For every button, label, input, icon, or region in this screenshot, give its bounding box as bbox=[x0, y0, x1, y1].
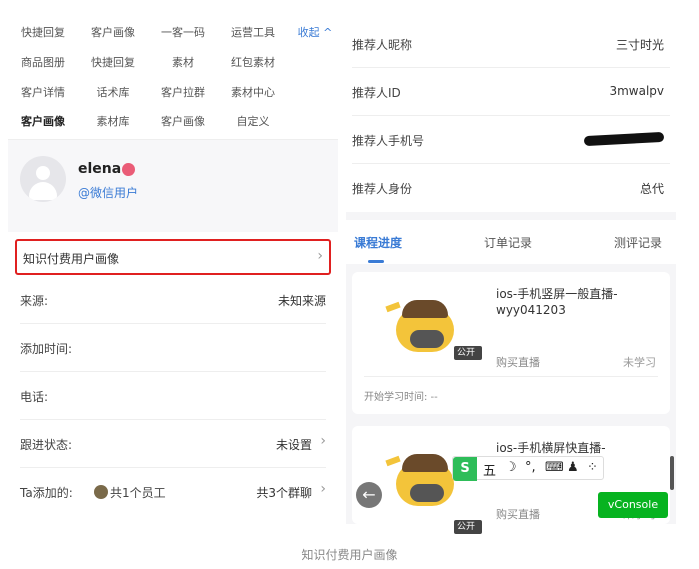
group-chat-count: 共3个群聊 bbox=[256, 486, 312, 500]
ime-wubi-icon[interactable]: 五 bbox=[483, 460, 496, 479]
profile-name: elena bbox=[78, 161, 122, 177]
row-source-value: 未知来源 bbox=[277, 294, 326, 308]
row-referrer-nickname: 推荐人昵称 三寸时光 bbox=[352, 20, 670, 68]
row-source-label: 来源: bbox=[20, 294, 49, 308]
employee-avatar-icon bbox=[94, 485, 108, 499]
profile-source: @微信用户 bbox=[78, 186, 139, 200]
profile-card: elena @微信用户 bbox=[8, 140, 338, 232]
tool-material[interactable]: 素材 bbox=[148, 54, 218, 70]
open-class-badge: 公开课 bbox=[454, 346, 482, 372]
referrer-id-value: 3mwalpv bbox=[609, 84, 664, 98]
status-dot-icon bbox=[122, 163, 135, 176]
tool-script-library[interactable]: 话术库 bbox=[78, 84, 148, 100]
row-add-time-label: 添加时间: bbox=[20, 342, 73, 356]
chevron-right-icon: › bbox=[320, 433, 326, 449]
open-class-badge: 公开课 bbox=[454, 520, 482, 546]
tool-product-album[interactable]: 商品图册 bbox=[8, 54, 78, 70]
collapse-button[interactable]: 收起 ^ bbox=[280, 24, 350, 40]
referrer-nickname-value: 三寸时光 bbox=[615, 38, 664, 52]
redacted-phone bbox=[583, 131, 665, 147]
course-title: ios-手机竖屏一般直播-wyy041203 bbox=[496, 287, 618, 317]
course-thumbnail: 公开课 bbox=[374, 292, 482, 372]
grid-icon[interactable]: ⁘ bbox=[587, 460, 598, 475]
course-status: 未学习 bbox=[623, 356, 656, 369]
referrer-role-value: 总代 bbox=[639, 182, 664, 196]
tool-red-packet-material[interactable]: 红包素材 bbox=[218, 54, 288, 70]
course-title: ios-手机横屏快直播- bbox=[496, 441, 606, 455]
figure-caption: 知识付费用户画像 bbox=[301, 548, 398, 562]
row-phone-label: 电话: bbox=[20, 390, 49, 404]
tool-customer-detail[interactable]: 客户详情 bbox=[8, 84, 78, 100]
row-follow-status-label: 跟进状态: bbox=[20, 438, 73, 452]
referrer-panel: 推荐人昵称 三寸时光 推荐人ID 3mwalpv 推荐人手机号 推荐人身份 总代… bbox=[346, 18, 676, 546]
course-purchase-type: 购买直播 bbox=[496, 356, 540, 369]
edge-handle[interactable] bbox=[670, 456, 674, 490]
tool-customer-portrait-active[interactable]: 客户画像 bbox=[8, 113, 78, 129]
ime-toolbar[interactable]: S 五 ☽ °, ⌨ ♟ ⁘ bbox=[452, 456, 604, 481]
vconsole-button[interactable]: vConsole bbox=[598, 492, 668, 518]
row-added-by-label: Ta添加的: bbox=[20, 486, 73, 500]
avatar bbox=[20, 156, 66, 202]
back-arrow-icon[interactable]: ← bbox=[356, 482, 382, 508]
chevron-right-icon: › bbox=[317, 248, 323, 264]
row-referrer-role: 推荐人身份 总代 bbox=[352, 164, 670, 212]
tab-evaluation-records[interactable]: 测评记录 bbox=[614, 234, 662, 251]
divider bbox=[364, 376, 658, 377]
course-start-time: 开始学习时间: -- bbox=[364, 392, 438, 403]
tool-operation-tools[interactable]: 运营工具 bbox=[218, 24, 288, 40]
row-source: 来源: 未知来源 bbox=[20, 276, 326, 324]
user-icon[interactable]: ♟ bbox=[567, 460, 579, 475]
row-follow-status-value: 未设置 bbox=[275, 438, 312, 452]
referrer-phone-label: 推荐人手机号 bbox=[352, 134, 425, 148]
tool-material-center[interactable]: 素材中心 bbox=[218, 84, 288, 100]
row-follow-status[interactable]: 跟进状态: 未设置 › bbox=[20, 420, 326, 468]
chevron-right-icon: › bbox=[320, 481, 326, 497]
keyboard-icon[interactable]: ⌨ bbox=[545, 460, 564, 475]
tool-grid: 快捷回复 客户画像 一客一码 运营工具 收起 ^ 商品图册 快捷回复 素材 红包… bbox=[8, 16, 338, 140]
tab-order-records[interactable]: 订单记录 bbox=[484, 234, 532, 251]
knowledge-paid-portrait-entry[interactable]: 知识付费用户画像 › bbox=[15, 239, 331, 275]
tool-material-library[interactable]: 素材库 bbox=[78, 113, 148, 129]
punctuation-icon[interactable]: °, bbox=[525, 460, 536, 475]
row-added-by[interactable]: Ta添加的: 共1个员工 共3个群聊 › bbox=[20, 468, 326, 516]
referrer-id-label: 推荐人ID bbox=[352, 86, 401, 100]
tool-customer-group[interactable]: 客户拉群 bbox=[148, 84, 218, 100]
customer-panel: 快捷回复 客户画像 一客一码 运营工具 收起 ^ 商品图册 快捷回复 素材 红包… bbox=[8, 16, 338, 516]
row-referrer-id: 推荐人ID 3mwalpv bbox=[352, 68, 670, 116]
moon-icon[interactable]: ☽ bbox=[505, 460, 517, 475]
employee-count: 共1个员工 bbox=[94, 484, 166, 501]
knowledge-paid-portrait-label: 知识付费用户画像 bbox=[23, 252, 120, 266]
referrer-nickname-label: 推荐人昵称 bbox=[352, 38, 413, 52]
course-card[interactable]: 公开课 ios-手机竖屏一般直播-wyy041203 购买直播 未学习 开始学习… bbox=[352, 272, 670, 414]
tab-bar: 课程进度 订单记录 测评记录 bbox=[346, 220, 676, 264]
row-referrer-phone: 推荐人手机号 bbox=[352, 116, 670, 164]
tool-custom[interactable]: 自定义 bbox=[218, 113, 288, 129]
course-purchase-type: 购买直播 bbox=[496, 508, 540, 521]
row-add-time: 添加时间: bbox=[20, 324, 326, 372]
tool-quick-reply[interactable]: 快捷回复 bbox=[8, 24, 78, 40]
referrer-info: 推荐人昵称 三寸时光 推荐人ID 3mwalpv 推荐人手机号 推荐人身份 总代 bbox=[346, 18, 676, 212]
row-phone: 电话: bbox=[20, 372, 326, 420]
tool-quick-reply-2[interactable]: 快捷回复 bbox=[78, 54, 148, 70]
tool-customer-portrait-2[interactable]: 客户画像 bbox=[148, 113, 218, 129]
tool-customer-portrait[interactable]: 客户画像 bbox=[78, 24, 148, 40]
active-tab-indicator bbox=[368, 260, 384, 263]
referrer-role-label: 推荐人身份 bbox=[352, 182, 413, 196]
sogou-logo-icon[interactable]: S bbox=[453, 457, 477, 481]
tool-one-customer-one-code[interactable]: 一客一码 bbox=[148, 24, 218, 40]
tab-course-progress[interactable]: 课程进度 bbox=[354, 234, 402, 251]
